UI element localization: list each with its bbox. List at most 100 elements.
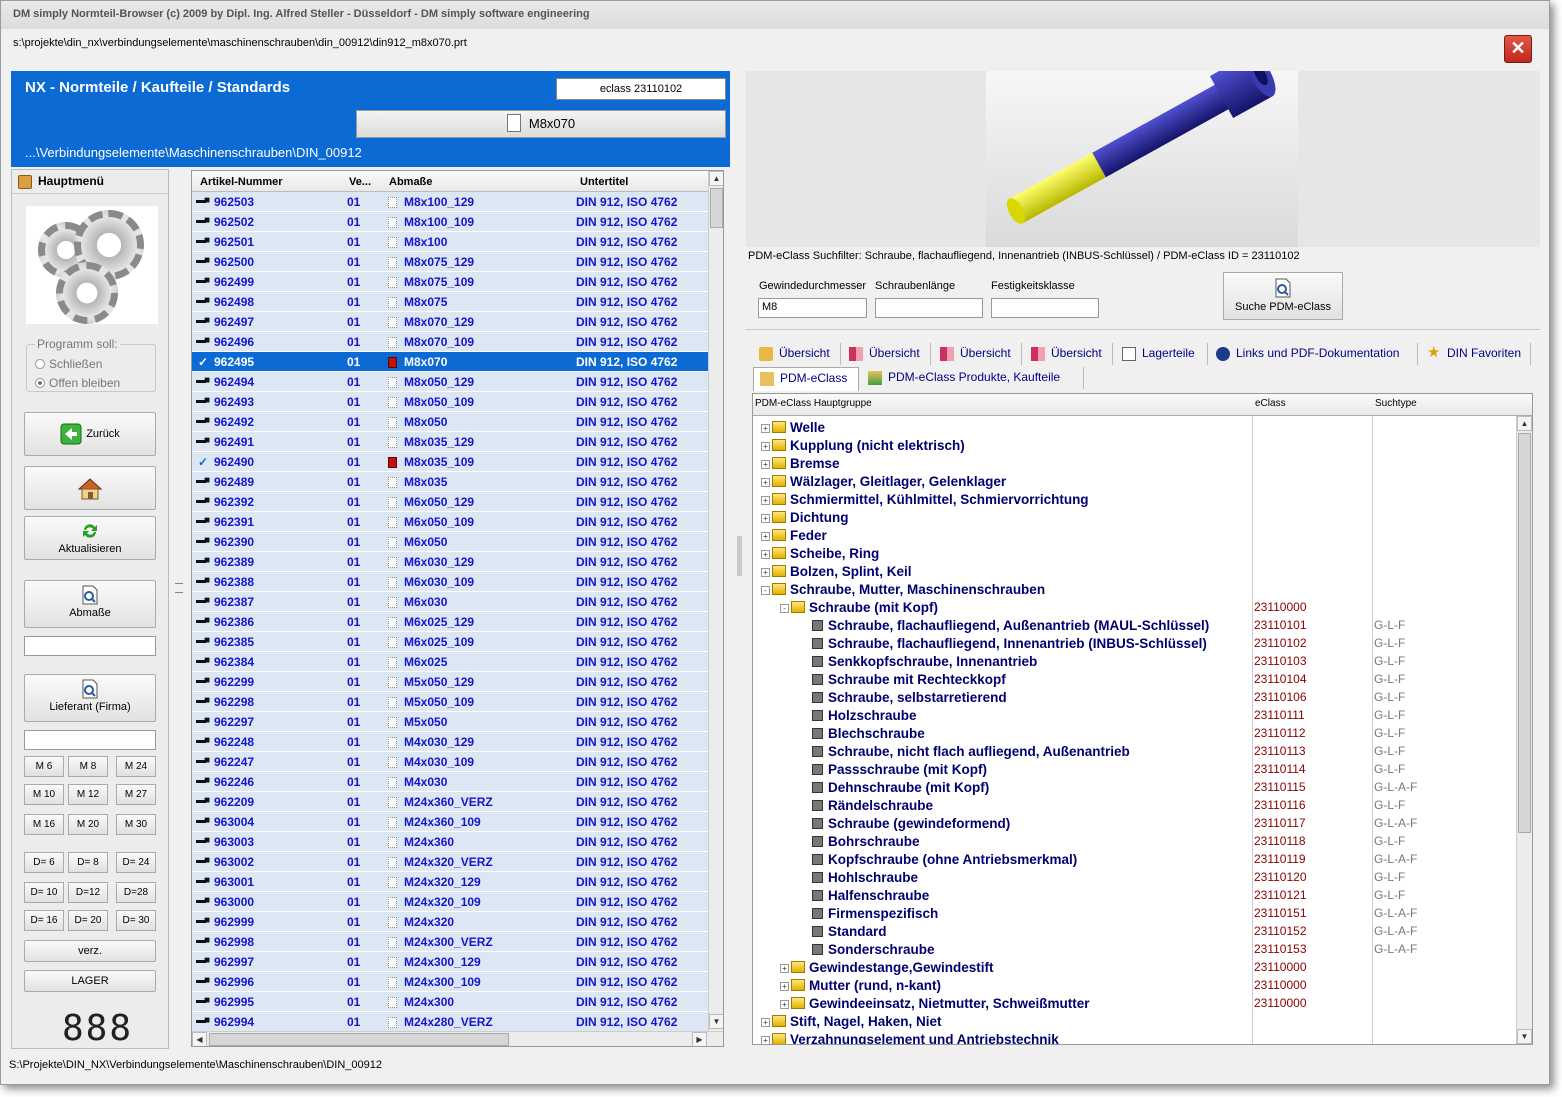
- tree-item[interactable]: Schraube, flachaufliegend, Innenantrieb …: [753, 636, 1513, 654]
- size-button-m[interactable]: M 30: [116, 814, 156, 835]
- tab-overview-2[interactable]: Übersicht: [843, 343, 931, 365]
- table-row[interactable]: ▬■ 962385 01 M6x025_109 DIN 912, ISO 4762: [192, 632, 708, 652]
- close-button[interactable]: ✕: [1504, 35, 1532, 63]
- refresh-button[interactable]: Aktualisieren: [24, 516, 156, 560]
- tree-item[interactable]: + Scheibe, Ring: [753, 546, 1513, 564]
- col-version[interactable]: Ve...: [349, 176, 371, 188]
- col-subtitle[interactable]: Untertitel: [580, 176, 628, 188]
- tree-item[interactable]: Schraube (gewindeformend) 23110117 G-L-A-F: [753, 816, 1513, 834]
- scroll-thumb[interactable]: [710, 188, 723, 228]
- tree-item[interactable]: + Feder: [753, 528, 1513, 546]
- tree-item[interactable]: Blechschraube 23110112 G-L-F: [753, 726, 1513, 744]
- tree-item[interactable]: Halfenschraube 23110121 G-L-F: [753, 888, 1513, 906]
- table-row[interactable]: ▬■ 962297 01 M5x050 DIN 912, ISO 4762: [192, 712, 708, 732]
- size-button-d[interactable]: D= 10: [24, 882, 64, 903]
- tab-overview-4[interactable]: Übersicht: [1025, 343, 1113, 365]
- table-row[interactable]: ▬■ 962503 01 M8x100_129 DIN 912, ISO 4762: [192, 192, 708, 212]
- table-row[interactable]: ▬■ 962999 01 M24x320 DIN 912, ISO 4762: [192, 912, 708, 932]
- radio-close[interactable]: Schließen: [35, 357, 102, 371]
- tree-item[interactable]: + Welle: [753, 420, 1513, 438]
- table-row[interactable]: ▬■ 962995 01 M24x300 DIN 912, ISO 4762: [192, 992, 708, 1012]
- tree-item[interactable]: Passschraube (mit Kopf) 23110114 G-L-F: [753, 762, 1513, 780]
- table-row[interactable]: ✓ 962490 01 M8x035_109 DIN 912, ISO 4762: [192, 452, 708, 472]
- size-button-d[interactable]: D= 8: [68, 852, 108, 873]
- expand-icon[interactable]: +: [761, 442, 770, 451]
- tree-item[interactable]: Dehnschraube (mit Kopf) 23110115 G-L-A-F: [753, 780, 1513, 798]
- left-splitter[interactable]: [171, 169, 189, 1049]
- size-button-m[interactable]: M 24: [116, 756, 156, 777]
- expand-icon[interactable]: +: [761, 514, 770, 523]
- table-row[interactable]: ▬■ 962996 01 M24x300_109 DIN 912, ISO 4762: [192, 972, 708, 992]
- table-row[interactable]: ▬■ 962392 01 M6x050_129 DIN 912, ISO 4762: [192, 492, 708, 512]
- center-splitter[interactable]: [737, 536, 742, 576]
- col-article-number[interactable]: Artikel-Nummer: [200, 176, 283, 188]
- hscroll-thumb[interactable]: [209, 1033, 509, 1046]
- collapse-icon[interactable]: -: [780, 604, 789, 613]
- size-button-d[interactable]: D= 6: [24, 852, 64, 873]
- part-button[interactable]: M8x070: [356, 110, 726, 138]
- expand-icon[interactable]: +: [761, 568, 770, 577]
- table-row[interactable]: ▬■ 962298 01 M5x050_109 DIN 912, ISO 4762: [192, 692, 708, 712]
- expand-icon[interactable]: +: [780, 1000, 789, 1009]
- tree-item[interactable]: + Bolzen, Splint, Keil: [753, 564, 1513, 582]
- table-row[interactable]: ✓ 962495 01 M8x070 DIN 912, ISO 4762: [192, 352, 708, 372]
- expand-icon[interactable]: +: [761, 460, 770, 469]
- back-button[interactable]: Zurück: [24, 412, 156, 456]
- col-eclass[interactable]: eClass: [1255, 398, 1286, 409]
- size-button-d[interactable]: D= 16: [24, 910, 64, 931]
- tab-links-pdf[interactable]: Links und PDF-Dokumentation: [1210, 343, 1418, 365]
- tree-item[interactable]: Hohlschraube 23110120 G-L-F: [753, 870, 1513, 888]
- table-row[interactable]: ▬■ 962299 01 M5x050_129 DIN 912, ISO 4762: [192, 672, 708, 692]
- supplier-button[interactable]: Lieferant (Firma): [24, 674, 156, 722]
- table-row[interactable]: ▬■ 962498 01 M8x075 DIN 912, ISO 4762: [192, 292, 708, 312]
- size-button-m[interactable]: M 16: [24, 814, 64, 835]
- dims-button[interactable]: Abmaße: [24, 580, 156, 628]
- tree-item[interactable]: Kopfschraube (ohne Antriebsmerkmal) 23110…: [753, 852, 1513, 870]
- table-row[interactable]: ▬■ 962384 01 M6x025 DIN 912, ISO 4762: [192, 652, 708, 672]
- tab-pdm-products[interactable]: PDM-eClass Produkte, Kaufteile: [862, 367, 1084, 389]
- col-main-group[interactable]: PDM-eClass Hauptgruppe: [755, 398, 872, 409]
- col-search-type[interactable]: Suchtype: [1375, 398, 1417, 409]
- size-button-m[interactable]: M 6: [24, 756, 64, 777]
- expand-icon[interactable]: +: [761, 532, 770, 541]
- tree-item[interactable]: + Stift, Nagel, Haken, Niet: [753, 1014, 1513, 1032]
- table-row[interactable]: ▬■ 962388 01 M6x030_109 DIN 912, ISO 4762: [192, 572, 708, 592]
- table-row[interactable]: ▬■ 962389 01 M6x030_129 DIN 912, ISO 4762: [192, 552, 708, 572]
- table-row[interactable]: ▬■ 962497 01 M8x070_129 DIN 912, ISO 4762: [192, 312, 708, 332]
- size-button-m[interactable]: M 27: [116, 784, 156, 805]
- tree-item[interactable]: Schraube, selbstarretierend 23110106 G-L-F: [753, 690, 1513, 708]
- table-row[interactable]: ▬■ 963000 01 M24x320_109 DIN 912, ISO 4762: [192, 892, 708, 912]
- expand-icon[interactable]: +: [761, 1036, 770, 1044]
- table-row[interactable]: ▬■ 962494 01 M8x050_129 DIN 912, ISO 4762: [192, 372, 708, 392]
- tree-item[interactable]: + Bremse: [753, 456, 1513, 474]
- scroll-up-arrow[interactable]: ▲: [1517, 416, 1532, 431]
- scroll-up-arrow[interactable]: ▲: [709, 171, 723, 186]
- expand-icon[interactable]: +: [761, 496, 770, 505]
- table-row[interactable]: ▬■ 962489 01 M8x035 DIN 912, ISO 4762: [192, 472, 708, 492]
- table-row[interactable]: ▬■ 962997 01 M24x300_129 DIN 912, ISO 4762: [192, 952, 708, 972]
- strength-input[interactable]: [991, 298, 1099, 318]
- tree-item[interactable]: Bohrschraube 23110118 G-L-F: [753, 834, 1513, 852]
- tree-item[interactable]: + Gewindeeinsatz, Nietmutter, Schweißmutt…: [753, 996, 1513, 1014]
- table-row[interactable]: ▬■ 962496 01 M8x070_109 DIN 912, ISO 4762: [192, 332, 708, 352]
- table-row[interactable]: ▬■ 962493 01 M8x050_109 DIN 912, ISO 4762: [192, 392, 708, 412]
- table-row[interactable]: ▬■ 962994 01 M24x280_VERZ DIN 912, ISO 4762: [192, 1012, 708, 1032]
- scroll-down-arrow[interactable]: ▼: [709, 1014, 723, 1029]
- tab-inventory[interactable]: Lagerteile: [1116, 343, 1208, 365]
- table-row[interactable]: ▬■ 963002 01 M24x320_VERZ DIN 912, ISO 4762: [192, 852, 708, 872]
- tree-item[interactable]: - Schraube (mit Kopf) 23110000: [753, 600, 1513, 618]
- length-input[interactable]: [875, 298, 983, 318]
- tree-item[interactable]: + Schmiermittel, Kühlmittel, Schmiervorri…: [753, 492, 1513, 510]
- table-row[interactable]: ▬■ 962391 01 M6x050_109 DIN 912, ISO 4762: [192, 512, 708, 532]
- size-button-m[interactable]: M 8: [68, 756, 108, 777]
- size-button-m[interactable]: M 10: [24, 784, 64, 805]
- size-button-m[interactable]: M 12: [68, 784, 108, 805]
- diameter-input[interactable]: M8: [758, 298, 867, 318]
- dims-input[interactable]: [24, 636, 156, 656]
- table-row[interactable]: ▬■ 962209 01 M24x360_VERZ DIN 912, ISO 4762: [192, 792, 708, 812]
- tab-din-favorites[interactable]: ★ DIN Favoriten: [1421, 343, 1531, 365]
- tree-item[interactable]: + Kupplung (nicht elektrisch): [753, 438, 1513, 456]
- tree-item[interactable]: Schraube, nicht flach aufliegend, Außena…: [753, 744, 1513, 762]
- expand-icon[interactable]: +: [761, 1018, 770, 1027]
- tab-pdm-eclass[interactable]: PDM-eClass: [753, 367, 859, 391]
